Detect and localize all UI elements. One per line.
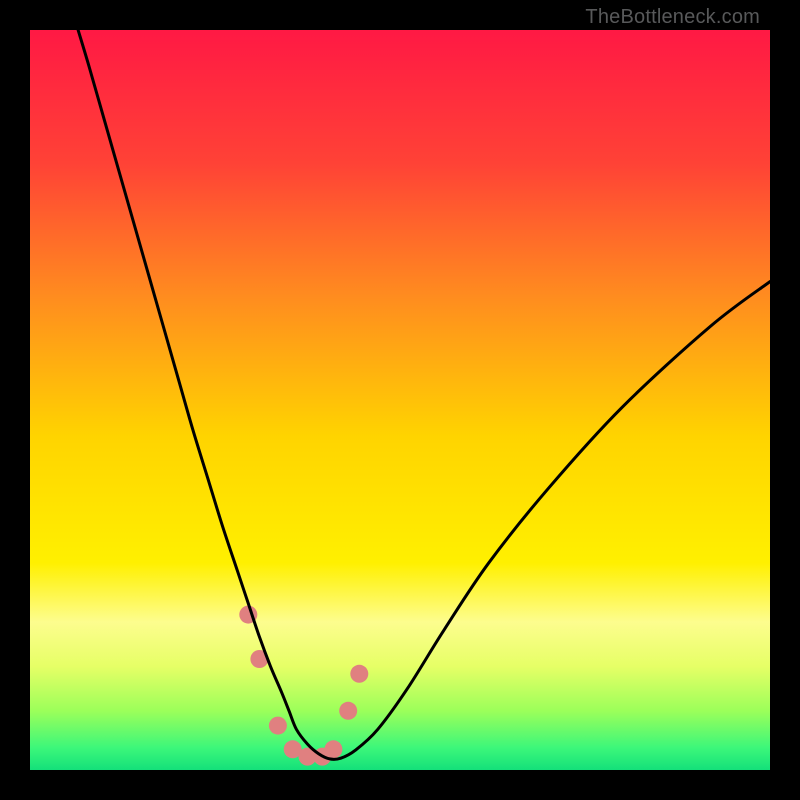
- chart-frame: [30, 30, 770, 770]
- watermark-text: TheBottleneck.com: [585, 6, 760, 29]
- highlight-marker: [339, 702, 357, 720]
- highlight-marker: [324, 740, 342, 758]
- chart-background: [30, 30, 770, 770]
- chart-svg: [30, 30, 770, 770]
- highlight-marker: [269, 717, 287, 735]
- highlight-marker: [350, 665, 368, 683]
